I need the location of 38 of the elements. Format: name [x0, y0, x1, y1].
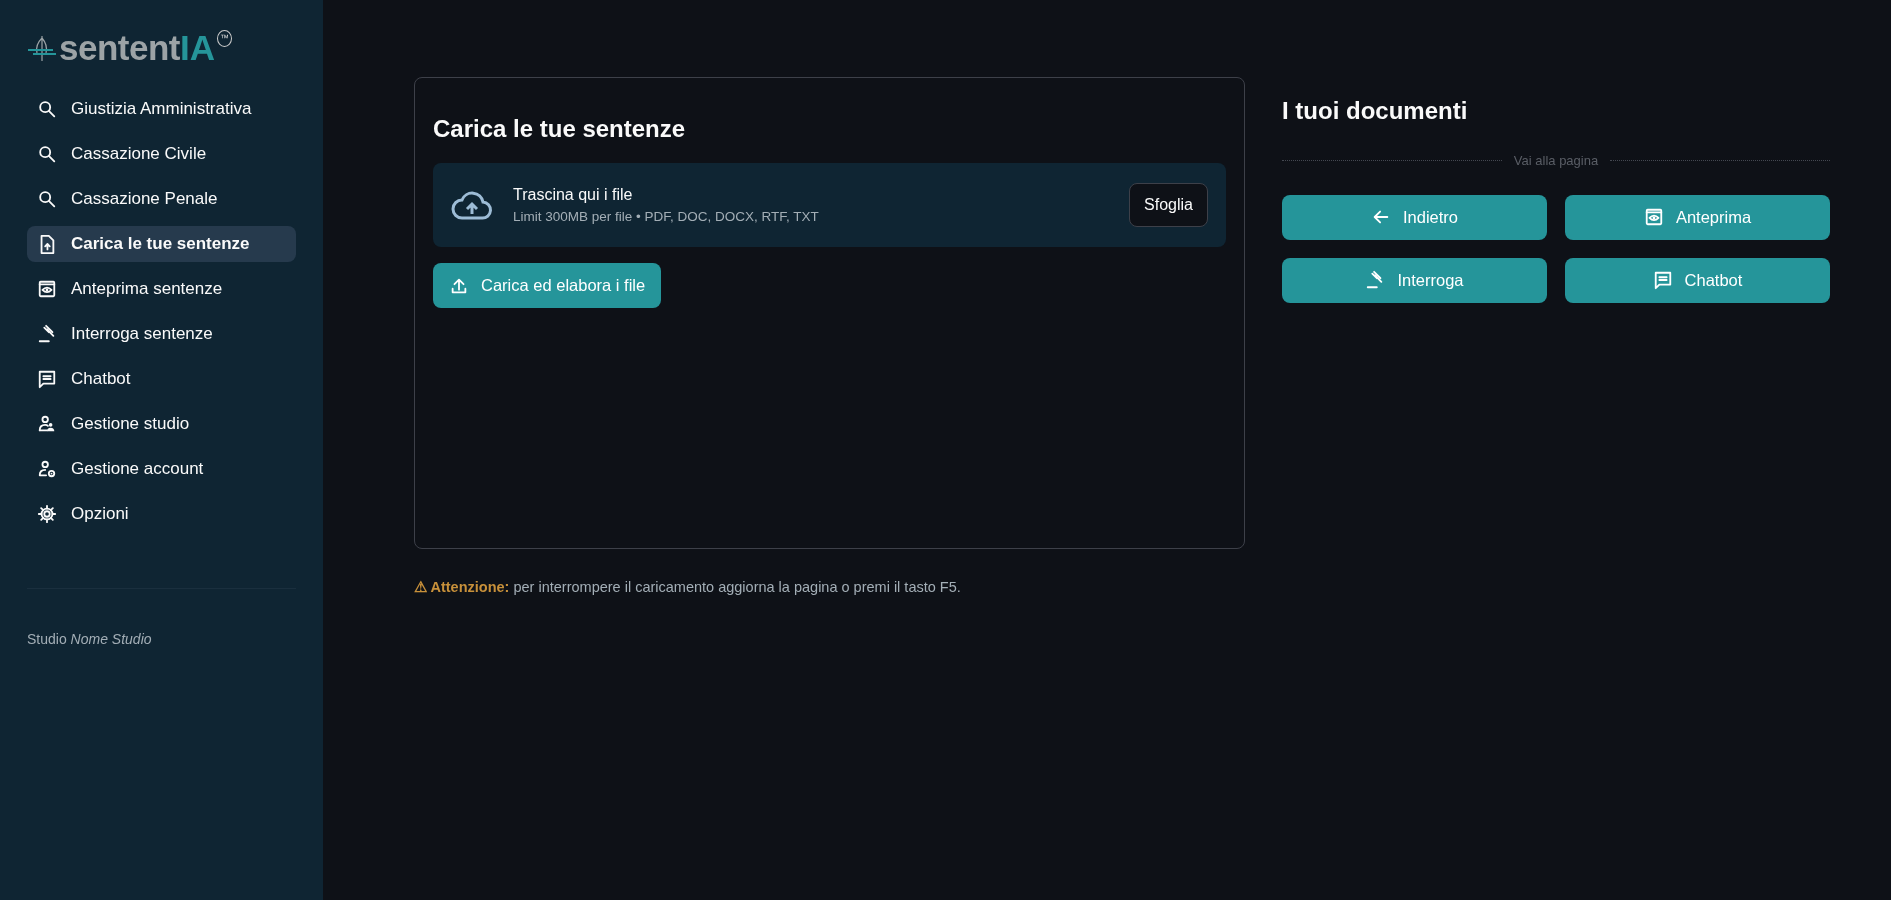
- eye-window-icon: [37, 279, 57, 299]
- dropzone-title: Trascina qui i file: [513, 184, 634, 205]
- search-icon: [37, 144, 57, 164]
- warning-message: ⚠ Attenzione: per interrompere il caricamento aggiorna la pagina o premi il tasto F5.: [414, 578, 962, 597]
- users-icon: [37, 414, 57, 434]
- sidebar-item[interactable]: Cassazione Penale: [27, 181, 296, 217]
- gavel-icon: [37, 324, 57, 344]
- sidebar-item[interactable]: Anteprima sentenze: [27, 271, 296, 307]
- studio-name: Studio Nome Studio: [27, 630, 153, 649]
- file-dropzone[interactable]: Trascina qui i file Limit 300MB per file • PDF, DOC, DOCX, RTF, TXT Sfoglia: [433, 163, 1226, 247]
- search-icon: [37, 99, 57, 119]
- upload-title: Carica le tue sentenze: [433, 114, 687, 144]
- documents-title: I tuoi documenti: [1282, 96, 1469, 126]
- cloud-upload-icon: [451, 189, 493, 221]
- user-gear-icon: [37, 459, 57, 479]
- sidebar-item[interactable]: Interroga sentenze: [27, 316, 296, 352]
- nav-button[interactable]: Chatbot: [1565, 257, 1830, 303]
- divider-label: Vai alla pagina: [1513, 152, 1599, 170]
- browse-button[interactable]: Sfoglia: [1129, 183, 1208, 227]
- eye-window-icon: [1643, 207, 1664, 227]
- sidebar-item[interactable]: Carica le tue sentenze: [27, 226, 296, 262]
- nav-button[interactable]: Indietro: [1282, 194, 1547, 240]
- sidebar-item[interactable]: Gestione account: [27, 451, 296, 487]
- nav-button[interactable]: Anteprima: [1565, 194, 1830, 240]
- sidebar-item[interactable]: Cassazione Civile: [27, 136, 296, 172]
- upload-process-button[interactable]: Carica ed elabora i file: [433, 263, 662, 308]
- dropzone-hint: Limit 300MB per file • PDF, DOC, DOCX, RTF, TXT: [513, 207, 820, 226]
- sidebar-item[interactable]: Giustizia Amministrativa: [27, 91, 296, 127]
- chat-icon: [37, 369, 57, 389]
- logo-text: sentent: [59, 30, 180, 65]
- sidebar-item[interactable]: Opzioni: [27, 496, 296, 532]
- sidebar-item[interactable]: Gestione studio: [27, 406, 296, 442]
- nav-button[interactable]: Interroga: [1282, 257, 1547, 303]
- logo-accent-text: IA: [179, 30, 215, 65]
- chat-icon: [1652, 270, 1673, 290]
- gear-icon: [37, 504, 57, 524]
- sidebar-item[interactable]: Chatbot: [27, 361, 296, 397]
- search-icon: [37, 189, 57, 209]
